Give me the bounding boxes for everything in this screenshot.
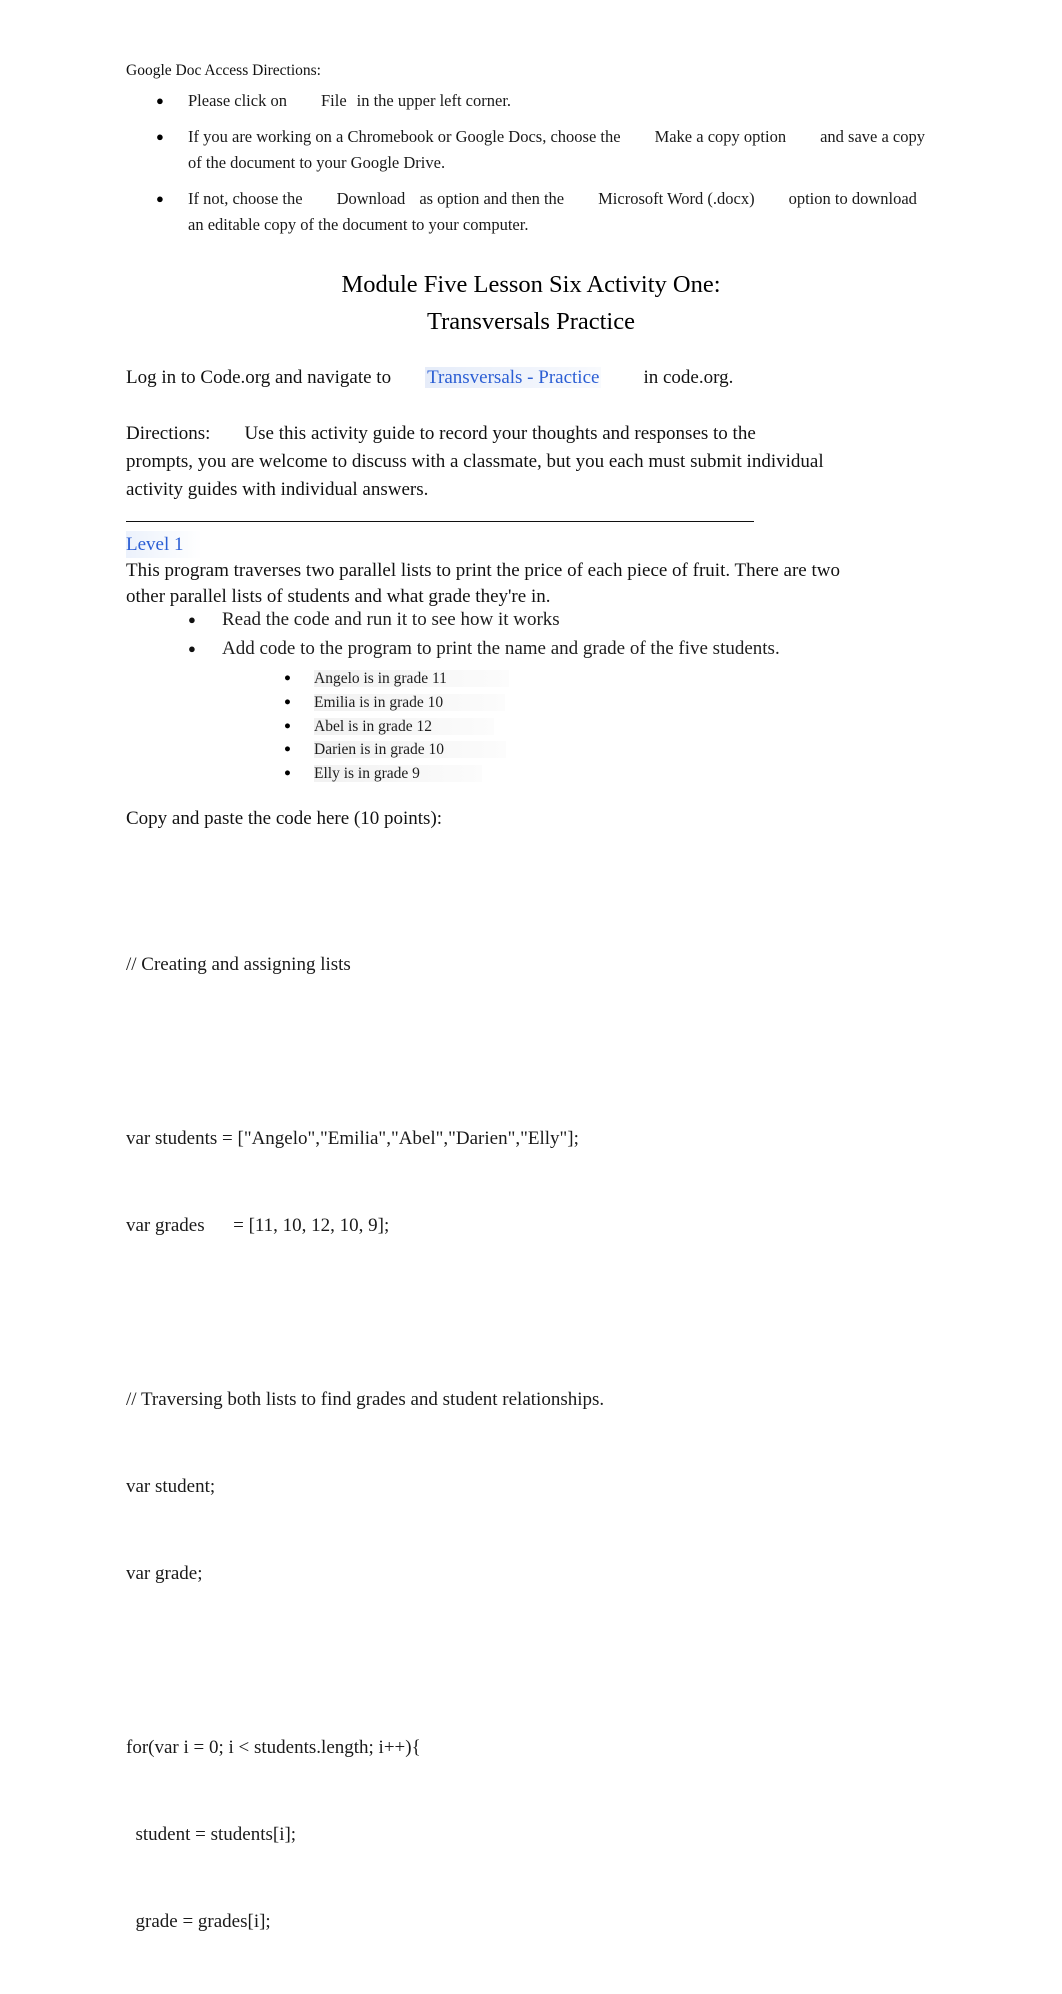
list-item: ● If not, choose the Download as option an… [126,186,926,239]
login-instruction-prefix: Log in to Code.org and navigate to [126,367,392,388]
list-item-emphasis-2b: Microsoft Word (.docx) [598,188,755,208]
level-heading: Level 1 [126,531,202,558]
bullet-icon: ● [156,128,164,144]
list-item: ● Add code to the program to print the n… [126,635,926,664]
task-item-label: Read the code and run it to see how it w… [222,609,560,630]
code-line: student = students[i]; [126,1824,297,1845]
code-line: var grades = [11, 10, 12, 10, 9]; [126,1215,390,1236]
list-item: ● Read the code and run it to see how it… [126,606,926,635]
bullet-icon: ● [188,640,196,656]
login-instruction-line: Log in to Code.org and navigate to Transv… [126,364,733,391]
page-title-line-2: Transversals Practice [427,308,635,335]
list-item: ● Please click on File in the upper left c… [126,88,926,115]
bullet-icon: ● [284,695,291,708]
list-item: ● If you are working on a Chromebook or … [126,124,926,177]
login-instruction-suffix: in code.org. [643,367,734,388]
code-line: // Creating and assigning lists [126,954,351,975]
section-divider [126,521,754,522]
code-line: var student; [126,1476,216,1497]
list-item: ● Angelo is in grade 11 [126,667,926,691]
code-line: var grade; [126,1563,203,1584]
list-item-text-0: Please click on [188,91,287,110]
list-item-text-1: If you are working on a Chromebook or Go… [188,126,621,146]
bullet-icon: ● [156,190,164,206]
code-answer-block[interactable]: // Creating and assigning lists var stud… [126,892,926,1994]
copy-paste-prompt: Copy and paste the code here (10 points)… [126,808,443,829]
page-title: Module Five Lesson Six Activity One: Tra… [0,266,1062,340]
student-item-label: Darien is in grade 10 [314,741,506,759]
transversals-practice-link[interactable]: Transversals - Practice [425,367,602,388]
code-line: for(var i = 0; i < students.length; i++)… [126,1737,421,1758]
access-directions-list: ● Please click on File in the upper left c… [126,88,926,248]
bullet-icon: ● [188,612,196,627]
code-line: // Traversing both lists to find grades … [126,1389,605,1410]
bullet-icon: ● [284,767,291,780]
student-grade-list: ● Angelo is in grade 11 ● Emilia is in g… [126,667,926,786]
bullet-icon: ● [284,743,291,756]
bullet-icon: ● [156,93,164,108]
page-title-line-1: Module Five Lesson Six Activity One: [341,271,721,298]
student-item-label: Abel is in grade 12 [314,717,494,735]
code-line: grade = grades[i]; [126,1911,271,1932]
list-item-text-0b: in the upper left corner. [356,91,512,110]
code-line: var students = ["Angelo","Emilia","Abel"… [126,1128,579,1149]
directions-body: Use this activity guide to record your t… [126,423,824,500]
student-item-label: Angelo is in grade 11 [314,670,509,687]
directions-paragraph: Directions: Use this activity guide to re… [126,420,826,503]
list-item-emphasis-0: File [320,91,347,110]
list-item-text-2: If not, choose the [188,188,303,208]
list-item-emphasis-1: Make a copy option [654,126,787,146]
task-list: ● Read the code and run it to see how it… [126,606,926,663]
list-item: ● Elly is in grade 9 [126,762,926,786]
bullet-icon: ● [284,719,291,732]
document-page: Google Doc Access Directions: ● Please c… [0,0,1062,1932]
task-item-label: Add code to the program to print the nam… [222,637,780,659]
list-item: ● Abel is in grade 12 [126,715,926,739]
student-item-label: Elly is in grade 9 [314,765,482,783]
access-directions-heading: Google Doc Access Directions: [126,62,321,79]
list-item: ● Emilia is in grade 10 [126,691,926,715]
list-item: ● Darien is in grade 10 [126,738,926,762]
directions-label: Directions: [126,423,211,444]
level-description: This program traverses two parallel list… [126,560,840,607]
list-item-text-2b: as option and then the [419,188,565,208]
student-item-label: Emilia is in grade 10 [314,693,506,711]
list-item-emphasis-2a: Download [336,188,406,208]
bullet-icon: ● [284,672,291,684]
